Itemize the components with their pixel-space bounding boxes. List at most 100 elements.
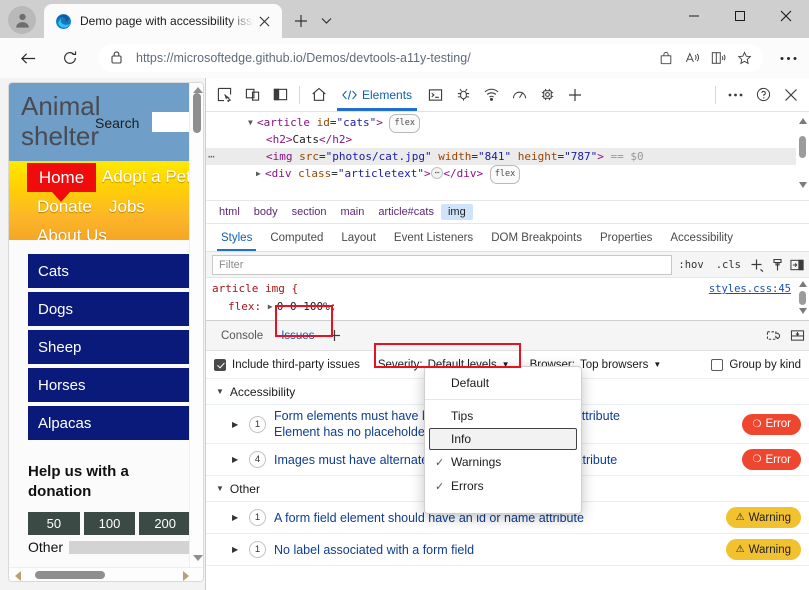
dom-scroll-down-icon[interactable]	[799, 182, 807, 188]
severity-option-warnings[interactable]: ✓ Warnings	[425, 450, 581, 474]
expand-triangle-icon[interactable]: ▼	[248, 114, 257, 131]
browser-more-ellipsis-icon[interactable]	[773, 43, 803, 73]
maximize-button[interactable]	[717, 0, 763, 32]
row-expand-icon[interactable]: ▶	[232, 455, 241, 464]
hover-state-button[interactable]: :hov	[672, 259, 709, 271]
favorite-star-icon[interactable]	[731, 45, 757, 71]
donation-other-input[interactable]	[69, 540, 191, 554]
tab-close-icon[interactable]	[254, 11, 274, 31]
donation-amount-200[interactable]: 200	[139, 512, 191, 535]
css-declaration[interactable]: flex: ▶ 0 0 100%;	[212, 298, 809, 317]
category-horses[interactable]: Horses	[28, 368, 190, 402]
element-state-icon[interactable]	[767, 255, 787, 275]
row-expand-icon[interactable]: ▶	[232, 545, 241, 554]
tab-console[interactable]: Console	[212, 321, 272, 350]
tab-dom-breakpoints[interactable]: DOM Breakpoints	[482, 224, 591, 251]
read-aloud-icon[interactable]	[679, 45, 705, 71]
devtools-close-icon[interactable]	[777, 82, 805, 108]
category-dogs[interactable]: Dogs	[28, 292, 190, 326]
settings-gear-icon[interactable]	[761, 325, 785, 347]
add-panel-icon[interactable]	[561, 82, 589, 108]
row-expand-icon[interactable]: ▶	[232, 420, 241, 429]
category-sheep[interactable]: Sheep	[28, 330, 190, 364]
issue-description[interactable]: No label associated with a form field	[274, 542, 718, 558]
dom-line[interactable]: ▶ <div class="articletext"> ⋯ </div> flex	[206, 165, 809, 184]
group-expand-icon[interactable]: ▼	[216, 484, 224, 493]
scroll-up-arrow-icon[interactable]	[193, 87, 203, 93]
class-toggle-button[interactable]: .cls	[710, 259, 747, 271]
page-vscroll-thumb[interactable]	[193, 93, 201, 133]
help-icon[interactable]	[749, 82, 777, 108]
home-icon[interactable]	[305, 82, 333, 108]
breadcrumb-body[interactable]: body	[247, 204, 285, 220]
dom-scroll-up-icon[interactable]	[799, 118, 807, 124]
debugger-icon[interactable]	[449, 82, 477, 108]
styles-filter-input[interactable]: Filter	[212, 254, 673, 275]
tab-styles[interactable]: Styles	[212, 224, 261, 251]
memory-icon[interactable]	[533, 82, 561, 108]
minimize-button[interactable]	[671, 0, 717, 32]
device-emulation-icon[interactable]	[238, 82, 266, 108]
performance-icon[interactable]	[505, 82, 533, 108]
address-bar[interactable]: https://microsoftedge.github.io/Demos/de…	[98, 44, 763, 72]
css-scroll-down-icon[interactable]	[799, 308, 807, 314]
tab-accessibility[interactable]: Accessibility	[661, 224, 742, 251]
severity-option-info[interactable]: Info	[429, 428, 577, 450]
dom-tree-scrollbar[interactable]	[796, 112, 809, 200]
scroll-left-arrow-icon[interactable]	[15, 571, 21, 581]
severity-dropdown-menu[interactable]: Default Tips Info ✓ Warnings ✓ Errors	[424, 366, 582, 514]
nav-item-home[interactable]: Home	[27, 163, 96, 202]
css-scroll-thumb[interactable]	[799, 291, 806, 305]
back-arrow-icon[interactable]	[12, 42, 44, 74]
dock-drawer-icon[interactable]	[785, 325, 809, 347]
tab-issues[interactable]: Issues	[272, 321, 323, 350]
severity-option-default[interactable]: Default	[425, 371, 581, 395]
drawer-add-tab-button[interactable]	[323, 325, 345, 347]
nav-item-adopt-a-pet[interactable]: Adopt a Pet	[102, 167, 191, 187]
new-tab-button[interactable]	[289, 9, 313, 33]
dock-side-icon[interactable]	[266, 82, 294, 108]
css-scroll-up-icon[interactable]	[799, 281, 807, 287]
tab-list-chevron-down-icon[interactable]	[316, 11, 336, 31]
category-cats[interactable]: Cats	[28, 254, 190, 288]
row-expand-icon[interactable]: ▶	[232, 513, 241, 522]
search-input[interactable]	[152, 112, 191, 132]
profile-button[interactable]	[8, 6, 36, 34]
breadcrumb-html[interactable]: html	[212, 204, 247, 220]
network-icon[interactable]	[477, 82, 505, 108]
group-by-kind-checkbox[interactable]	[711, 358, 724, 371]
include-third-party-checkbox[interactable]	[214, 358, 226, 371]
css-pane-scrollbar[interactable]	[796, 278, 809, 320]
scroll-right-arrow-icon[interactable]	[183, 571, 189, 581]
dom-more-icon[interactable]: ⋯	[208, 148, 215, 165]
collapse-triangle-icon[interactable]: ▶	[256, 165, 265, 182]
tab-properties[interactable]: Properties	[591, 224, 661, 251]
breadcrumb-section[interactable]: section	[285, 204, 334, 220]
close-button[interactable]	[763, 0, 809, 32]
group-expand-icon[interactable]: ▼	[216, 387, 224, 396]
shopping-bag-icon[interactable]	[653, 45, 679, 71]
donation-amount-100[interactable]: 100	[83, 512, 136, 535]
reload-icon[interactable]	[54, 42, 86, 74]
page-hscroll-thumb[interactable]	[35, 571, 105, 579]
breadcrumb-img[interactable]: img	[440, 204, 473, 220]
scroll-down-arrow-icon[interactable]	[193, 555, 203, 561]
add-style-rule-icon[interactable]	[747, 255, 767, 275]
dom-line[interactable]: ▼ <article id="cats"> flex	[206, 114, 809, 133]
immersive-reader-icon[interactable]	[705, 45, 731, 71]
inspect-element-icon[interactable]	[210, 82, 238, 108]
dom-line-selected[interactable]: ⋯ <img src="photos/cat.jpg" width="841" h…	[206, 148, 809, 165]
page-horizontal-scrollbar[interactable]	[9, 567, 203, 581]
browser-tab[interactable]: Demo page with accessibility issues	[44, 4, 282, 38]
severity-option-errors[interactable]: ✓ Errors	[425, 474, 581, 498]
nav-item-donate[interactable]: Donate	[37, 197, 92, 217]
console-icon[interactable]	[421, 82, 449, 108]
css-source-link[interactable]: styles.css:45	[709, 280, 791, 298]
dom-line[interactable]: <h2>Cats</h2>	[206, 131, 809, 148]
devtools-more-ellipsis-icon[interactable]	[721, 82, 749, 108]
category-alpacas[interactable]: Alpacas	[28, 406, 190, 440]
flex-expand-icon[interactable]: ▶	[268, 298, 277, 316]
breadcrumb-main[interactable]: main	[334, 204, 372, 220]
nav-item-jobs[interactable]: Jobs	[109, 197, 145, 217]
css-rule-pane[interactable]: article img { flex: ▶ 0 0 100%; styles.cs…	[206, 278, 809, 320]
